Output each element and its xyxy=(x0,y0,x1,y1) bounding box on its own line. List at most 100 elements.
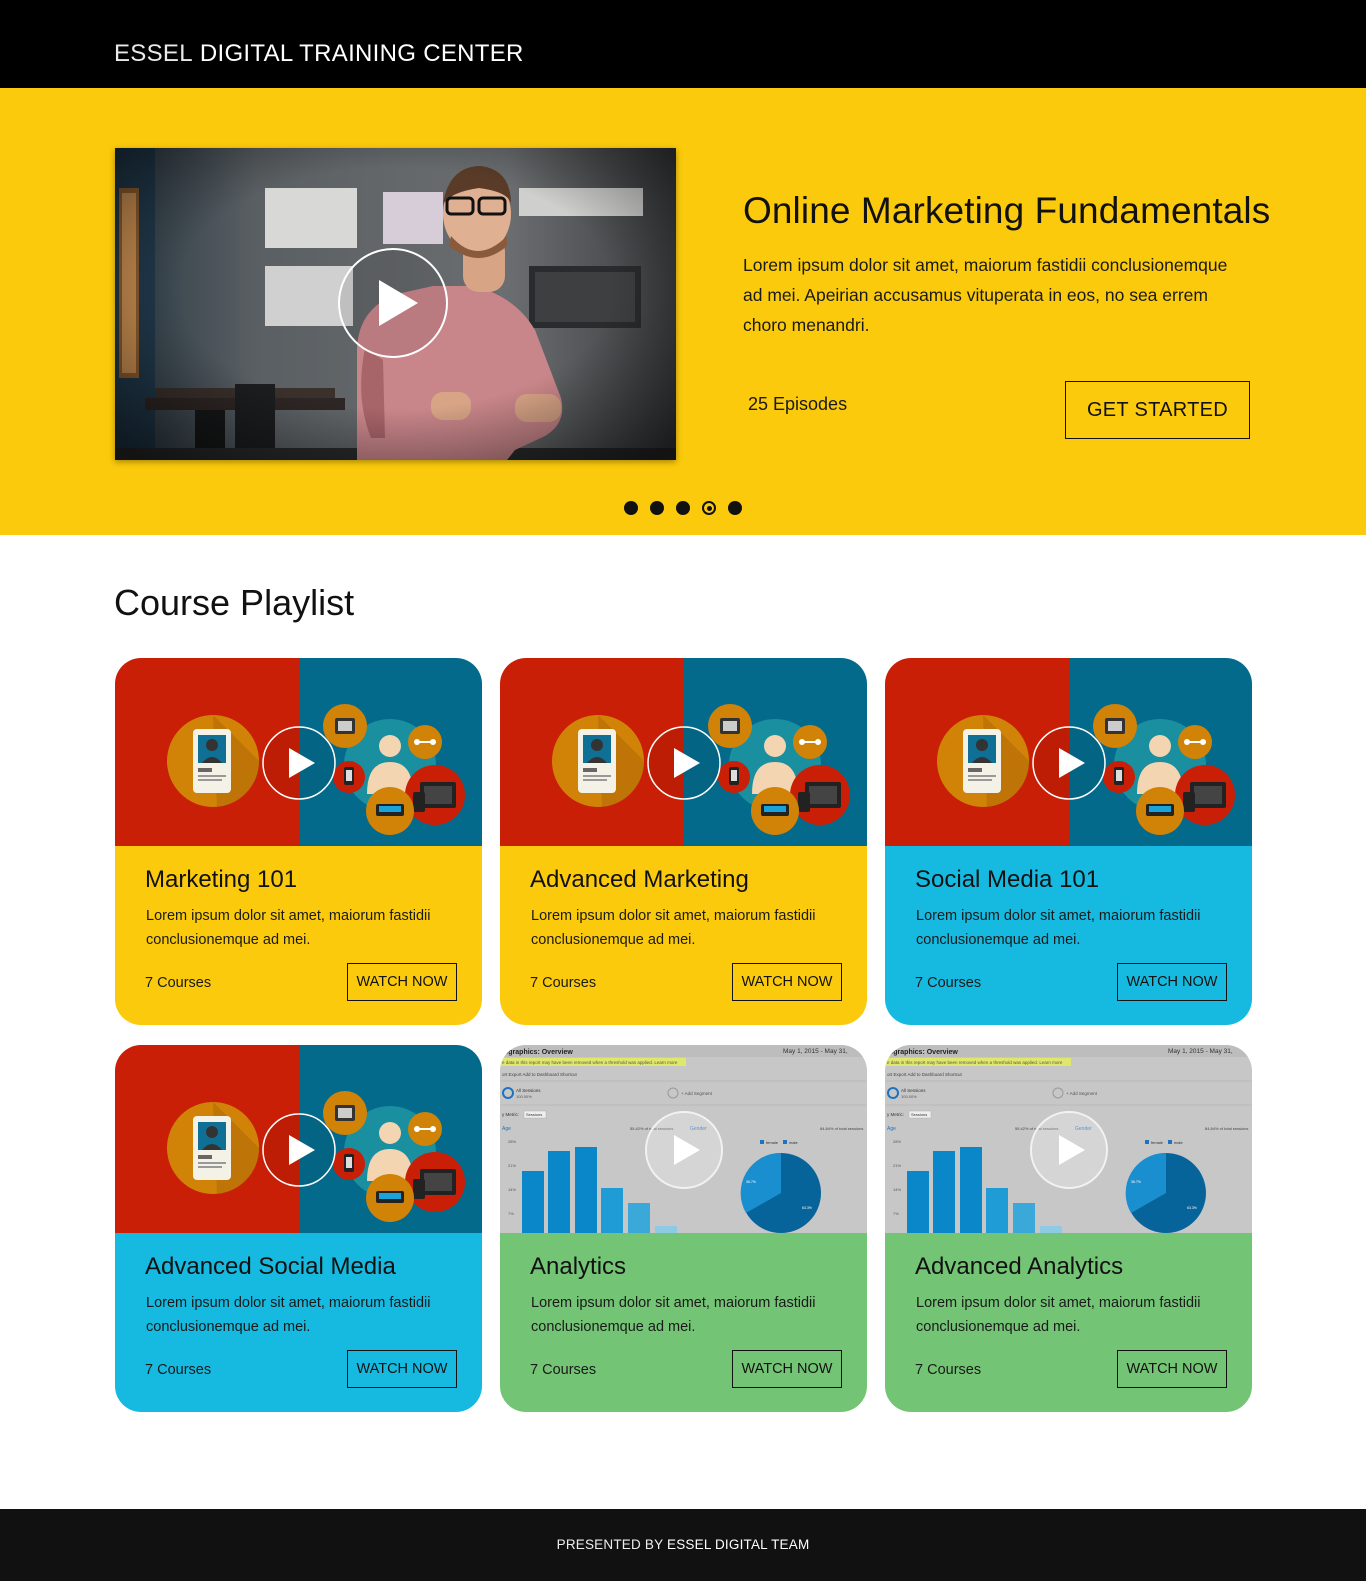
svg-text:male: male xyxy=(1174,1140,1183,1145)
course-title: Advanced Analytics xyxy=(915,1253,1124,1280)
brand-title: DIGITAL TRAINING CENTER xyxy=(199,40,524,67)
course-thumbnail[interactable] xyxy=(500,658,867,846)
carousel-dot-5[interactable] xyxy=(728,501,742,515)
footer-team: ESSEL DIGITAL TEAM xyxy=(667,1537,810,1552)
svg-text:male: male xyxy=(789,1140,798,1145)
hero-section: Online Marketing Fundamentals Lorem ipsu… xyxy=(0,88,1366,535)
svg-text:7%: 7% xyxy=(508,1211,514,1216)
course-thumbnail[interactable]: ographics: Overview May 1, 2015 - May 31… xyxy=(885,1045,1252,1233)
site-brand[interactable]: ESSEL DIGITAL TRAINING CENTER xyxy=(114,40,524,68)
playlist-heading: Course Playlist xyxy=(114,582,355,623)
course-description: Lorem ipsum dolor sit amet, maiorum fast… xyxy=(531,1295,816,1335)
course-card[interactable]: Advanced Social Media Lorem ipsum dolor … xyxy=(115,1045,482,1412)
course-card-body: Advanced Analytics Lorem ipsum dolor sit… xyxy=(885,1233,1252,1412)
course-title: Advanced Marketing xyxy=(530,866,749,893)
svg-text:100.00%: 100.00% xyxy=(516,1094,532,1099)
watch-now-button[interactable]: WATCH NOW xyxy=(732,1350,842,1388)
course-description: Lorem ipsum dolor sit amet, maiorum fast… xyxy=(916,1295,1201,1335)
svg-text:May 1, 2015 - May 31,: May 1, 2015 - May 31, xyxy=(1168,1048,1233,1055)
course-description: Lorem ipsum dolor sit amet, maiorum fast… xyxy=(531,908,816,948)
course-title: Marketing 101 xyxy=(145,866,298,893)
svg-text:63.3%: 63.3% xyxy=(802,1206,812,1210)
course-thumbnail[interactable]: ographics: Overview May 1, 2015 - May 31… xyxy=(500,1045,867,1233)
marketing-illustration xyxy=(115,1045,482,1233)
course-count: 7 Courses xyxy=(530,1362,597,1378)
svg-text:ographics: Overview: ographics: Overview xyxy=(889,1049,958,1056)
svg-text:ort Export Add to Dashbo: ort Export Add to Dashboard Shortcut xyxy=(887,1072,963,1077)
watch-now-button[interactable]: WATCH NOW xyxy=(1117,1350,1227,1388)
svg-text:14%: 14% xyxy=(508,1187,516,1192)
course-card-body: Marketing 101 Lorem ipsum dolor sit amet… xyxy=(115,846,482,1025)
brand-essel: ESSEL xyxy=(114,40,193,67)
svg-text:21%: 21% xyxy=(893,1163,901,1168)
course-card[interactable]: Marketing 101 Lorem ipsum dolor sit amet… xyxy=(115,658,482,1025)
top-header: ESSEL DIGITAL TRAINING CENTER xyxy=(0,0,1366,88)
hero-description: Lorem ipsum dolor sit amet, maiorum fast… xyxy=(743,255,1228,335)
svg-text:e data in this report may have: e data in this report may have been remo… xyxy=(502,1060,678,1065)
marketing-illustration xyxy=(115,658,482,846)
watch-now-button[interactable]: WATCH NOW xyxy=(1117,963,1227,1001)
svg-text:May 1, 2015 - May 31,: May 1, 2015 - May 31, xyxy=(783,1048,848,1055)
svg-text:Age: Age xyxy=(887,1126,896,1132)
course-count: 7 Courses xyxy=(915,975,982,991)
svg-text:y Metric:: y Metric: xyxy=(502,1112,519,1117)
svg-text:100.00%: 100.00% xyxy=(901,1094,917,1099)
svg-text:+ Add Segment: + Add Segment xyxy=(681,1091,713,1096)
svg-text:Age: Age xyxy=(502,1126,511,1132)
course-card-body: Advanced Marketing Lorem ipsum dolor sit… xyxy=(500,846,867,1025)
footer-credit: PRESENTED BY ESSEL DIGITAL TEAM xyxy=(0,1537,1366,1552)
hero-title: Online Marketing Fundamentals xyxy=(743,190,1271,231)
carousel-dot-4-active[interactable] xyxy=(702,501,716,515)
get-started-button[interactable]: GET STARTED xyxy=(1065,381,1250,439)
marketing-illustration xyxy=(500,658,867,846)
svg-text:28%: 28% xyxy=(508,1139,516,1144)
footer-prefix: PRESENTED BY xyxy=(556,1537,664,1552)
course-card[interactable]: ographics: Overview May 1, 2015 - May 31… xyxy=(885,1045,1252,1412)
svg-text:ort Export Add to Dashbo: ort Export Add to Dashboard Shortcut xyxy=(502,1072,578,1077)
carousel-dot-1[interactable] xyxy=(624,501,638,515)
episode-count: 25 Episodes xyxy=(748,394,848,414)
course-thumbnail[interactable] xyxy=(115,1045,482,1233)
svg-text:7%: 7% xyxy=(893,1211,899,1216)
svg-text:female: female xyxy=(1151,1140,1164,1145)
svg-text:Sessions: Sessions xyxy=(526,1112,542,1117)
svg-text:+ Add Segment: + Add Segment xyxy=(1066,1091,1098,1096)
carousel-dot-3[interactable] xyxy=(676,501,690,515)
hero-play-icon[interactable] xyxy=(336,246,450,360)
svg-text:63.3%: 63.3% xyxy=(1187,1206,1197,1210)
course-card-body: Social Media 101 Lorem ipsum dolor sit a… xyxy=(885,846,1252,1025)
svg-text:e data in this report may have: e data in this report may have been remo… xyxy=(887,1060,1063,1065)
svg-text:All Sessions: All Sessions xyxy=(901,1088,926,1093)
svg-text:14%: 14% xyxy=(893,1187,901,1192)
svg-text:84.84% of total sessions: 84.84% of total sessions xyxy=(820,1126,863,1131)
svg-text:y Metric:: y Metric: xyxy=(887,1112,904,1117)
svg-text:84.84% of total sessions: 84.84% of total sessions xyxy=(1205,1126,1248,1131)
svg-text:28%: 28% xyxy=(893,1139,901,1144)
course-card[interactable]: ographics: Overview May 1, 2015 - May 31… xyxy=(500,1045,867,1412)
analytics-screenshot: ographics: Overview May 1, 2015 - May 31… xyxy=(500,1045,867,1233)
svg-text:ographics: Overview: ographics: Overview xyxy=(504,1049,573,1056)
course-count: 7 Courses xyxy=(915,1362,982,1378)
course-description: Lorem ipsum dolor sit amet, maiorum fast… xyxy=(146,908,431,948)
page-footer: PRESENTED BY ESSEL DIGITAL TEAM xyxy=(0,1509,1366,1581)
analytics-screenshot: ographics: Overview May 1, 2015 - May 31… xyxy=(885,1045,1252,1233)
svg-text:36.7%: 36.7% xyxy=(746,1180,756,1184)
course-card[interactable]: Social Media 101 Lorem ipsum dolor sit a… xyxy=(885,658,1252,1025)
course-title: Advanced Social Media xyxy=(145,1253,396,1280)
watch-now-button[interactable]: WATCH NOW xyxy=(732,963,842,1001)
watch-now-button[interactable]: WATCH NOW xyxy=(347,963,457,1001)
course-card[interactable]: Advanced Marketing Lorem ipsum dolor sit… xyxy=(500,658,867,1025)
watch-now-button[interactable]: WATCH NOW xyxy=(347,1350,457,1388)
course-count: 7 Courses xyxy=(530,975,597,991)
hero-video-player[interactable] xyxy=(115,148,676,460)
course-count: 7 Courses xyxy=(145,1362,212,1378)
course-count: 7 Courses xyxy=(145,975,212,991)
course-thumbnail[interactable] xyxy=(115,658,482,846)
course-thumbnail[interactable] xyxy=(885,658,1252,846)
course-title: Analytics xyxy=(530,1253,627,1280)
course-card-body: Advanced Social Media Lorem ipsum dolor … xyxy=(115,1233,482,1412)
carousel-dot-2[interactable] xyxy=(650,501,664,515)
carousel-dots xyxy=(624,501,742,515)
svg-text:Sessions: Sessions xyxy=(911,1112,927,1117)
svg-text:All Sessions: All Sessions xyxy=(516,1088,541,1093)
